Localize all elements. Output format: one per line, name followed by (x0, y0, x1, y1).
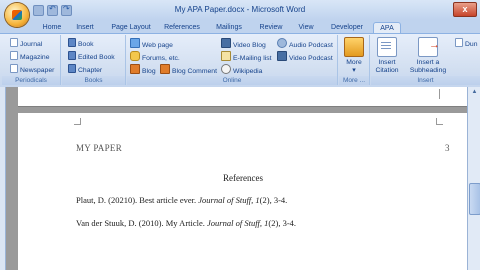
video-podcast-icon (277, 51, 287, 61)
tab-review[interactable]: Review (257, 22, 285, 33)
chapter-icon (68, 64, 76, 73)
insert-subheading-button[interactable]: Insert a Subheading (405, 37, 451, 75)
wikipedia-button[interactable]: Wikipedia (221, 64, 262, 75)
references-title: References (223, 173, 263, 183)
forums-icon (130, 51, 140, 61)
chapter-button[interactable]: Chapter (68, 64, 102, 74)
web-page-icon (130, 38, 140, 48)
insert-citation-button[interactable]: Insert Citation (373, 37, 401, 75)
ribbon-tabs: Home Insert Page Layout References Maili… (0, 20, 480, 34)
mail-icon (221, 51, 231, 61)
book-button[interactable]: Book (68, 38, 94, 48)
close-button[interactable]: x (453, 2, 477, 17)
blog-comment-button[interactable]: Blog Comment (160, 64, 217, 75)
forums-button[interactable]: Forums, etc. (130, 51, 180, 62)
group-label-insert: Insert (371, 76, 480, 85)
video-podcast-button[interactable]: Video Podcast (277, 51, 333, 62)
window-title: My APA Paper.docx - Microsoft Word (174, 5, 306, 14)
scroll-up-icon[interactable]: ▲ (470, 89, 479, 95)
scroll-thumb[interactable] (469, 183, 480, 215)
tab-developer[interactable]: Developer (328, 22, 366, 33)
wikipedia-icon (221, 64, 231, 74)
running-head: MY PAPER (76, 143, 123, 153)
margin-mark-left (74, 118, 81, 125)
tab-insert[interactable]: Insert (73, 22, 97, 33)
vertical-ruler (0, 87, 6, 270)
ribbon: Journal Magazine Newspaper Periodicals B… (0, 33, 480, 88)
edited-book-button[interactable]: Edited Book (68, 51, 115, 61)
journal-button[interactable]: Journal (10, 38, 42, 48)
subheading-icon (418, 37, 440, 57)
blog-icon (130, 64, 140, 74)
e-mailing-list-button[interactable]: E-Mailing list (221, 51, 272, 62)
margin-mark-right (436, 118, 443, 125)
reference-entry: Plaut, D. (20210). Best article ever. Jo… (76, 195, 288, 205)
page-number: 3 (445, 143, 450, 153)
reference-entry: Van der Stuuk, D. (2010). My Article. Jo… (76, 218, 297, 228)
group-online: Web page Forums, etc. Blog Blog Comment … (127, 35, 338, 85)
newspaper-button[interactable]: Newspaper (10, 64, 54, 74)
tab-page-layout[interactable]: Page Layout (108, 22, 154, 33)
blog-button[interactable]: Blog (130, 64, 156, 75)
group-label-more: More ... (339, 76, 369, 85)
magazine-icon (10, 51, 18, 60)
group-label-books: Books (62, 76, 125, 85)
group-periodicals: Journal Magazine Newspaper Periodicals (2, 35, 61, 85)
group-insert: Insert Citation Insert a Subheading Dun … (371, 35, 480, 85)
web-page-button[interactable]: Web page (130, 38, 173, 49)
magazine-button[interactable]: Magazine (10, 51, 49, 61)
group-more: More ▾ More ... (339, 35, 370, 85)
newspaper-icon (10, 64, 18, 73)
tab-references[interactable]: References (163, 22, 201, 33)
vertical-scrollbar[interactable]: ▲ (467, 87, 480, 270)
document-icon (455, 38, 463, 47)
document-area: MY PAPER 3 References Plaut, D. (20210).… (0, 87, 480, 270)
group-books: Book Edited Book Chapter Books (62, 35, 126, 85)
citation-icon (377, 37, 397, 57)
dropdown-arrow-icon: ▾ (352, 67, 356, 74)
book-icon (68, 38, 76, 47)
journal-icon (10, 38, 18, 47)
page[interactable]: MY PAPER 3 References Plaut, D. (20210).… (18, 113, 468, 270)
tab-mailings[interactable]: Mailings (213, 22, 245, 33)
blog-comment-icon (160, 64, 170, 74)
audio-podcast-button[interactable]: Audio Podcast (277, 38, 333, 49)
title-bar: My APA Paper.docx - Microsoft Word x (0, 0, 480, 20)
group-label-periodicals: Periodicals (2, 76, 60, 85)
edited-book-icon (68, 51, 76, 60)
more-button[interactable]: More ▾ (342, 37, 366, 75)
previous-page-bottom (18, 87, 468, 107)
tab-home[interactable]: Home (41, 22, 63, 33)
tab-view[interactable]: View (295, 22, 317, 33)
group-label-online: Online (127, 76, 337, 85)
video-blog-icon (221, 38, 231, 48)
video-blog-button[interactable]: Video Blog (221, 38, 266, 49)
audio-podcast-icon (277, 38, 287, 48)
cut-off-button[interactable]: Dun (455, 38, 477, 48)
box-icon (344, 37, 364, 57)
office-button[interactable] (5, 3, 29, 27)
